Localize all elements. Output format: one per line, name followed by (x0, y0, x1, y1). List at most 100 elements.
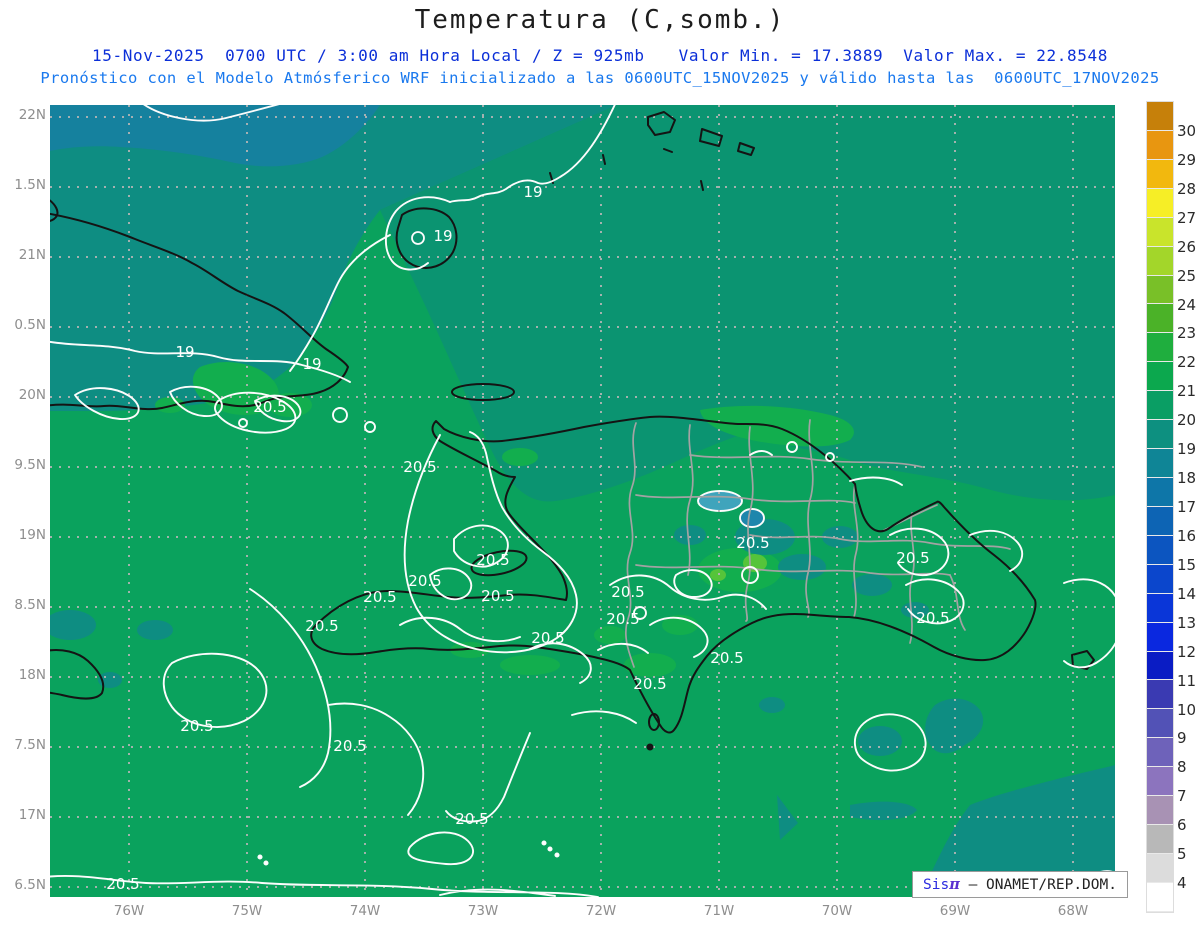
lat-tick-label: 18N (18, 667, 46, 683)
colorbar-tick-label: 24 (1177, 295, 1197, 314)
contour-value-label: 20.5 (403, 458, 436, 476)
contour-value-label: 19 (175, 343, 194, 361)
colorbar-tick-label: 9 (1177, 729, 1187, 748)
credit-text: – ONAMET/REP.DOM. (959, 876, 1117, 893)
colorbar-tick-label: 15 (1177, 555, 1197, 574)
colorbar-box (1147, 304, 1173, 334)
contour-value-label: 20.5 (106, 875, 139, 893)
lat-tick-label: 21N (18, 247, 46, 263)
contour-value-label: 20.5 (606, 610, 639, 628)
contour-value-label: 20.5 (253, 398, 286, 416)
colorbar-box (1147, 130, 1173, 160)
colorbar-box (1147, 767, 1173, 797)
colorbar-box (1147, 420, 1173, 450)
map-area: 19 19 19 19 20.5 20.5 20.5 20.5 20.5 20.5 20.5 20.5… (43, 99, 1123, 898)
colorbar-tick-label: 19 (1177, 440, 1197, 459)
colorbar-tick-label: 21 (1177, 382, 1197, 401)
lat-tick-label: 17N (18, 807, 46, 823)
colorbar-box (1147, 159, 1173, 189)
colorbar-box (1147, 564, 1173, 594)
temperature-colorbar (1146, 101, 1174, 913)
lat-tick-label: 7.5N (14, 737, 46, 753)
valid-time-line: 15-Nov-2025 0700 UTC / 3:00 am Hora Loca… (0, 46, 1200, 65)
colorbar-box (1147, 275, 1173, 305)
colorbar-box (1147, 853, 1173, 883)
temperature-contour-map: 19 19 19 19 20.5 20.5 20.5 20.5 20.5 20.5 20.5 20.5… (43, 99, 1123, 898)
page-title: Temperatura (C,somb.) (414, 5, 786, 35)
colorbar-tick-label: 30 (1177, 121, 1197, 140)
pi-symbol: π (949, 876, 960, 893)
lon-tick-label: 76W (113, 903, 145, 919)
colorbar-box (1147, 362, 1173, 392)
colorbar-tick-label: 23 (1177, 324, 1197, 343)
contour-value-label: 20.5 (481, 587, 514, 605)
value-max: Valor Max. = 22.8548 (903, 46, 1108, 65)
lon-tick-label: 72W (585, 903, 617, 919)
contour-value-label: 20.5 (305, 617, 338, 635)
colorbar-tick-label: 22 (1177, 353, 1197, 372)
colorbar-box (1147, 391, 1173, 421)
weather-map-page: { "title": "Temperatura (C,somb.)", "hea… (0, 0, 1200, 927)
colorbar-box (1147, 593, 1173, 623)
colorbar-box (1147, 102, 1173, 131)
contour-value-label: 20.5 (916, 609, 949, 627)
colorbar-box (1147, 217, 1173, 247)
contour-value-label: 20.5 (896, 549, 929, 567)
colorbar-box (1147, 477, 1173, 507)
colorbar-box (1147, 882, 1173, 912)
value-min: Valor Min. = 17.3889 (678, 46, 884, 65)
lon-tick-label: 69W (939, 903, 971, 919)
lat-tick-label: 22N (18, 107, 46, 123)
colorbar-box (1147, 188, 1173, 218)
contour-value-label: 19 (302, 355, 321, 373)
colorbar-box (1147, 709, 1173, 739)
credit-box: Sis π – ONAMET/REP.DOM. (912, 871, 1128, 898)
colorbar-tick-label: 26 (1177, 237, 1197, 256)
lat-tick-label: 6.5N (14, 877, 46, 893)
colorbar-box (1147, 738, 1173, 768)
contour-value-label: 20.5 (531, 629, 564, 647)
valid-datetime: 15-Nov-2025 0700 UTC / 3:00 am Hora Loca… (92, 46, 645, 65)
sispi-logo-text: Sis (923, 876, 950, 893)
contour-value-label: 20.5 (736, 534, 769, 552)
colorbar-box (1147, 796, 1173, 826)
colorbar-tick-label: 25 (1177, 266, 1197, 285)
lon-tick-label: 71W (703, 903, 735, 919)
lat-tick-label: 1.5N (14, 177, 46, 193)
contour-value-label: 20.5 (455, 810, 488, 828)
colorbar-box (1147, 651, 1173, 681)
lat-tick-label: 0.5N (14, 317, 46, 333)
contour-value-label: 20.5 (710, 649, 743, 667)
contour-value-label: 20.5 (363, 588, 396, 606)
colorbar-tick-label: 11 (1177, 671, 1197, 690)
colorbar-tick-label: 12 (1177, 642, 1197, 661)
colorbar-box (1147, 825, 1173, 854)
contour-value-label: 20.5 (408, 572, 441, 590)
colorbar-tick-label: 28 (1177, 179, 1197, 198)
colorbar-tick-label: 16 (1177, 526, 1197, 545)
contour-value-label: 20.5 (476, 551, 509, 569)
colorbar-box (1147, 506, 1173, 536)
colorbar-box (1147, 535, 1173, 565)
colorbar-tick-label: 14 (1177, 584, 1197, 603)
colorbar-box (1147, 333, 1173, 363)
lon-tick-label: 74W (349, 903, 381, 919)
alto-velo-islet (646, 743, 654, 751)
contour-value-label: 20.5 (633, 675, 666, 693)
lat-tick-label: 20N (18, 387, 46, 403)
colorbar-box (1147, 246, 1173, 276)
colorbar-tick-label: 17 (1177, 498, 1197, 516)
colorbar-tick-label: 4 (1177, 874, 1187, 893)
colorbar-tick-label: 10 (1177, 700, 1197, 719)
colorbar-tick-label: 18 (1177, 469, 1197, 488)
colorbar-tick-label: 5 (1177, 845, 1187, 864)
contour-value-label: 19 (523, 183, 542, 201)
contour-value-label: 19 (433, 227, 452, 245)
colorbar-box (1147, 622, 1173, 652)
colorbar-tick-label: 8 (1177, 758, 1187, 777)
contour-value-label: 20.5 (180, 717, 213, 735)
colorbar-tick-label: 13 (1177, 613, 1197, 632)
lon-tick-label: 73W (467, 903, 499, 919)
colorbar-box (1147, 449, 1173, 478)
colorbar-labels: 30 29 28 27 26 25 24 23 22 21 20 19 18 17 16 15 14 13 12 11… (1177, 102, 1200, 912)
